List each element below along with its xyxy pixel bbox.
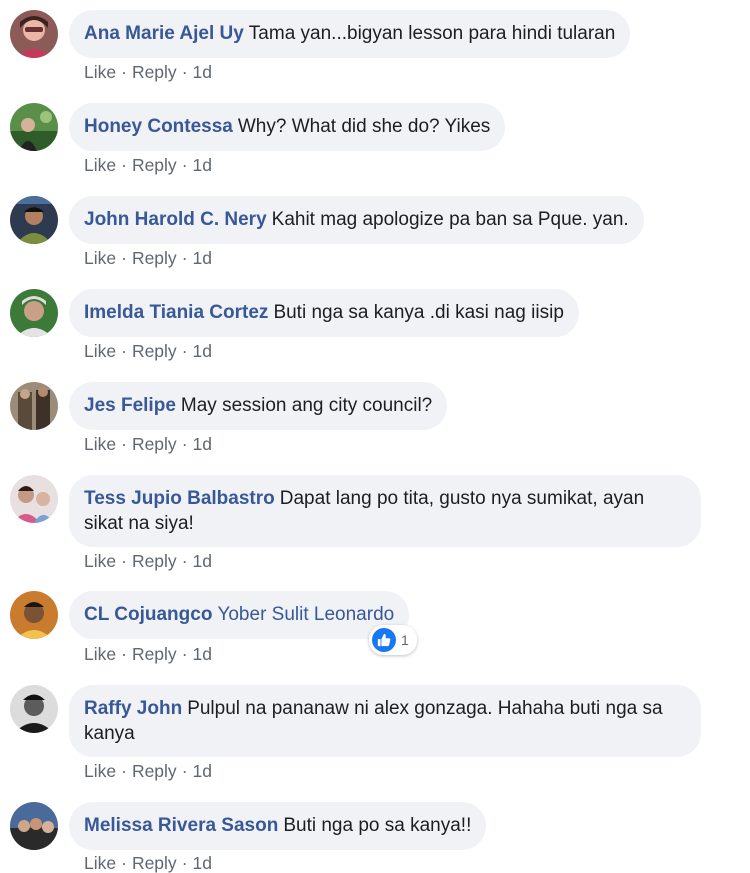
separator: · bbox=[121, 853, 127, 873]
separator: · bbox=[121, 341, 127, 361]
avatar[interactable] bbox=[10, 103, 58, 151]
separator: · bbox=[121, 551, 127, 571]
comment-text: Why? What did she do? Yikes bbox=[237, 116, 491, 137]
separator: · bbox=[181, 248, 188, 268]
avatar[interactable] bbox=[10, 196, 58, 244]
separator: · bbox=[181, 434, 188, 454]
reply-link[interactable]: Reply bbox=[132, 155, 177, 175]
comment-author[interactable]: Honey Contessa bbox=[84, 116, 233, 137]
like-link[interactable]: Like bbox=[84, 248, 116, 268]
reply-link[interactable]: Reply bbox=[132, 761, 177, 781]
avatar[interactable] bbox=[10, 475, 58, 523]
timestamp[interactable]: 1d bbox=[193, 644, 212, 664]
like-link[interactable]: Like bbox=[84, 551, 116, 571]
separator: · bbox=[121, 644, 127, 664]
comment-bubble: Honey Contessa Why? What did she do? Yike… bbox=[69, 103, 506, 151]
separator: · bbox=[121, 155, 127, 175]
like-link[interactable]: Like bbox=[84, 761, 116, 781]
avatar[interactable] bbox=[10, 382, 58, 430]
comment-author[interactable]: Ana Marie Ajel Uy bbox=[84, 23, 244, 44]
separator: · bbox=[121, 62, 127, 82]
comment-text[interactable]: Yober Sulit Leonardo bbox=[217, 604, 394, 625]
comment-text: Buti nga sa kanya .di kasi nag iisip bbox=[273, 302, 564, 323]
separator: · bbox=[121, 248, 127, 268]
comment-actions: Like · Reply · 1d bbox=[84, 434, 212, 454]
separator: · bbox=[181, 155, 188, 175]
comment-author[interactable]: Imelda Tiania Cortez bbox=[84, 302, 268, 323]
reaction-count: 1 bbox=[401, 632, 409, 648]
like-link[interactable]: Like bbox=[84, 853, 116, 873]
comment-actions: Like · Reply · 1d bbox=[84, 551, 212, 571]
like-link[interactable]: Like bbox=[84, 434, 116, 454]
like-link[interactable]: Like bbox=[84, 155, 116, 175]
comment-author[interactable]: Raffy John bbox=[84, 698, 182, 719]
comment-bubble: Melissa Rivera Sason Buti nga po sa kanya… bbox=[69, 802, 487, 850]
reply-link[interactable]: Reply bbox=[132, 434, 177, 454]
comment-text: Buti nga po sa kanya!! bbox=[283, 815, 472, 836]
reply-link[interactable]: Reply bbox=[132, 853, 177, 873]
comment-actions: Like · Reply · 1d bbox=[84, 341, 212, 361]
like-link[interactable]: Like bbox=[84, 62, 116, 82]
comment-actions: Like · Reply · 1d bbox=[84, 761, 212, 781]
timestamp[interactable]: 1d bbox=[193, 155, 212, 175]
like-link[interactable]: Like bbox=[84, 341, 116, 361]
comment-bubble: CL Cojuangco Yober Sulit Leonardo bbox=[69, 591, 410, 639]
separator: · bbox=[181, 761, 188, 781]
reply-link[interactable]: Reply bbox=[132, 62, 177, 82]
comment-actions: Like · Reply · 1d bbox=[84, 853, 212, 873]
avatar[interactable] bbox=[10, 591, 58, 639]
avatar[interactable] bbox=[10, 10, 58, 58]
separator: · bbox=[121, 761, 127, 781]
timestamp[interactable]: 1d bbox=[193, 248, 212, 268]
separator: · bbox=[181, 551, 188, 571]
avatar[interactable] bbox=[10, 685, 58, 733]
comment-author[interactable]: Tess Jupio Balbastro bbox=[84, 488, 275, 509]
separator: · bbox=[181, 341, 188, 361]
thumbs-up-icon bbox=[372, 628, 396, 652]
comment-actions: Like · Reply · 1d bbox=[84, 62, 212, 82]
reply-link[interactable]: Reply bbox=[132, 341, 177, 361]
timestamp[interactable]: 1d bbox=[193, 761, 212, 781]
comment-actions: Like · Reply · 1d bbox=[84, 155, 212, 175]
comment-bubble: Jes Felipe May session ang city council? bbox=[69, 382, 448, 430]
comment-text: Tama yan...bigyan lesson para hindi tula… bbox=[248, 23, 616, 44]
timestamp[interactable]: 1d bbox=[193, 434, 212, 454]
timestamp[interactable]: 1d bbox=[193, 62, 212, 82]
reaction-summary[interactable]: 1 bbox=[369, 625, 417, 655]
comment-actions: Like · Reply · 1d bbox=[84, 248, 212, 268]
comment-author[interactable]: CL Cojuangco bbox=[84, 604, 212, 625]
reply-link[interactable]: Reply bbox=[132, 644, 177, 664]
reply-link[interactable]: Reply bbox=[132, 248, 177, 268]
avatar[interactable] bbox=[10, 802, 58, 850]
comment-bubble: Raffy John Pulpul na pananaw ni alex gonz… bbox=[69, 685, 701, 757]
separator: · bbox=[181, 853, 188, 873]
comment-author[interactable]: John Harold C. Nery bbox=[84, 209, 267, 230]
comment-bubble: Tess Jupio Balbastro Dapat lang po tita, … bbox=[69, 475, 701, 547]
avatar[interactable] bbox=[10, 289, 58, 337]
comment-text: Kahit mag apologize pa ban sa Pque. yan. bbox=[271, 209, 629, 230]
comment-text: May session ang city council? bbox=[180, 395, 433, 416]
separator: · bbox=[121, 434, 127, 454]
reply-link[interactable]: Reply bbox=[132, 551, 177, 571]
comment-author[interactable]: Jes Felipe bbox=[84, 395, 176, 416]
comment-bubble: Ana Marie Ajel Uy Tama yan...bigyan lesso… bbox=[69, 10, 631, 58]
timestamp[interactable]: 1d bbox=[193, 853, 212, 873]
comment-bubble: John Harold C. Nery Kahit mag apologize p… bbox=[69, 196, 644, 244]
timestamp[interactable]: 1d bbox=[193, 551, 212, 571]
like-link[interactable]: Like bbox=[84, 644, 116, 664]
comment-author[interactable]: Melissa Rivera Sason bbox=[84, 815, 278, 836]
timestamp[interactable]: 1d bbox=[193, 341, 212, 361]
comment-bubble: Imelda Tiania Cortez Buti nga sa kanya .d… bbox=[69, 289, 579, 337]
separator: · bbox=[181, 62, 188, 82]
comment-actions: Like · Reply · 1d bbox=[84, 644, 212, 664]
separator: · bbox=[181, 644, 188, 664]
